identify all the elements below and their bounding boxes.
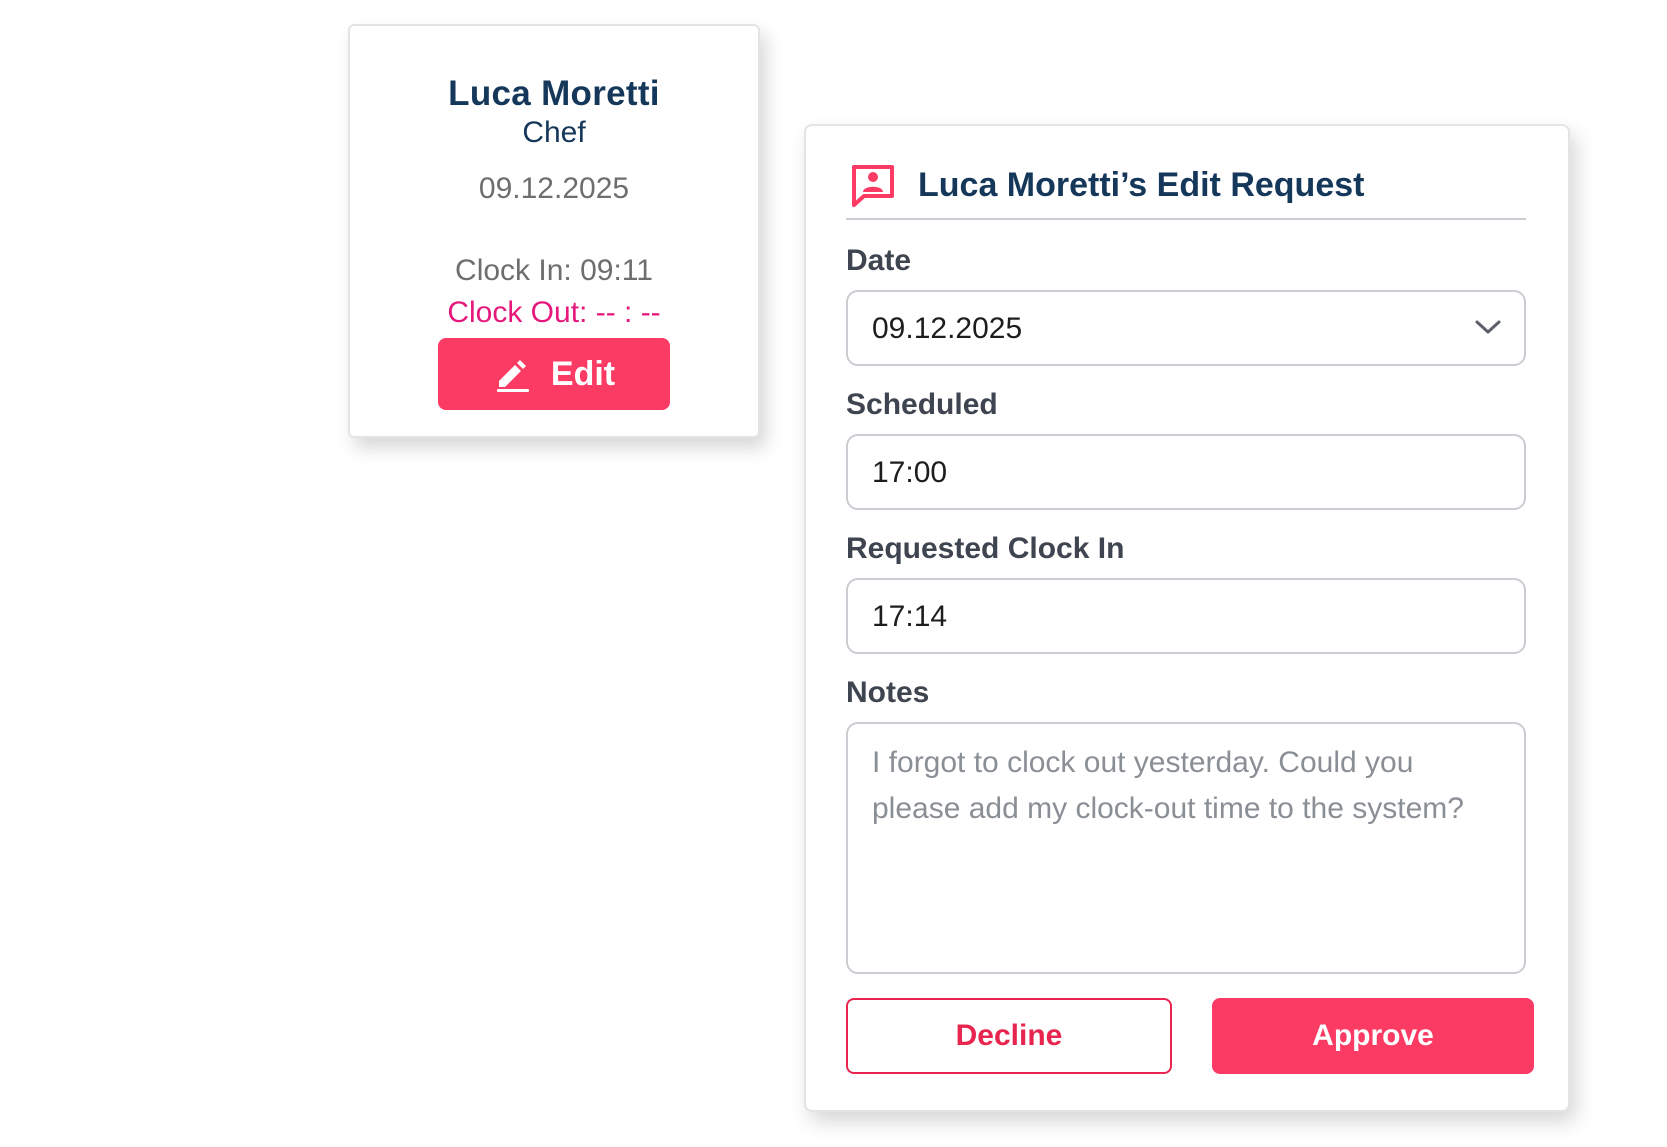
person-message-icon (850, 162, 896, 213)
scheduled-label: Scheduled (846, 388, 998, 421)
clock-in-time: Clock In: 09:11 (455, 254, 653, 287)
date-select[interactable]: 09.12.2025 (846, 290, 1526, 366)
chevron-down-icon (1474, 318, 1502, 341)
notes-text: I forgot to clock out yesterday. Could y… (872, 746, 1464, 825)
employee-card: Luca Moretti Chef 09.12.2025 Clock In: 0… (348, 24, 760, 438)
scheduled-field[interactable]: 17:00 (846, 434, 1526, 510)
shift-date: 09.12.2025 (478, 172, 630, 205)
edit-request-panel: Luca Moretti’s Edit Request Date 09.12.2… (804, 124, 1570, 1112)
employee-name: Luca Moretti (448, 74, 660, 113)
scheduled-value: 17:00 (872, 456, 948, 489)
requested-clock-in-value: 17:14 (872, 600, 948, 633)
edit-button[interactable]: Edit (438, 338, 670, 410)
notes-label: Notes (846, 676, 930, 709)
requested-clock-in-field[interactable]: 17:14 (846, 578, 1526, 654)
approve-button[interactable]: Approve (1212, 998, 1534, 1074)
requested-clock-in-label: Requested Clock In (846, 532, 1125, 565)
decline-button[interactable]: Decline (846, 998, 1172, 1074)
employee-role: Chef (522, 116, 586, 149)
edit-button-label: Edit (550, 354, 616, 393)
date-select-value: 09.12.2025 (872, 312, 1023, 345)
pencil-icon (493, 355, 531, 393)
stage: Luca Moretti Chef 09.12.2025 Clock In: 0… (0, 0, 1667, 1147)
panel-title: Luca Moretti’s Edit Request (918, 166, 1365, 204)
notes-textarea[interactable]: I forgot to clock out yesterday. Could y… (846, 722, 1526, 974)
clock-out-time: Clock Out: -- : -- (447, 296, 661, 329)
date-label: Date (846, 244, 912, 277)
panel-header: Luca Moretti’s Edit Request (846, 162, 1526, 220)
